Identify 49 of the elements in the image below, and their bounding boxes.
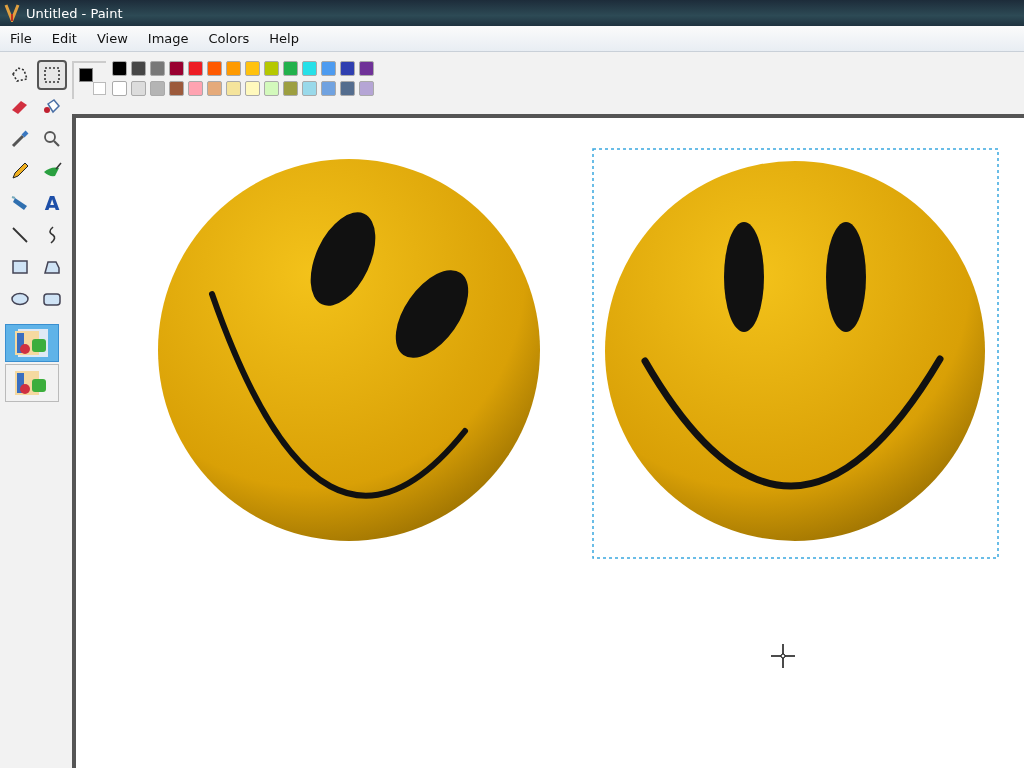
color-swatch[interactable] xyxy=(359,61,374,76)
menu-item[interactable]: View xyxy=(86,31,138,46)
selection-icon xyxy=(41,64,63,86)
color-swatch[interactable] xyxy=(188,81,203,96)
window-title: Untitled - Paint xyxy=(26,5,123,21)
color-swatch[interactable] xyxy=(321,61,336,76)
color-swatch[interactable] xyxy=(169,81,184,96)
menu-item[interactable]: Help xyxy=(259,31,309,46)
color-swatch[interactable] xyxy=(188,61,203,76)
color-swatch[interactable] xyxy=(283,61,298,76)
current-colors[interactable] xyxy=(72,61,106,99)
transparency-option[interactable] xyxy=(5,364,59,402)
color-swatch[interactable] xyxy=(245,81,260,96)
color-swatch[interactable] xyxy=(112,61,127,76)
foreground-color-swatch[interactable] xyxy=(79,68,93,82)
color-swatch[interactable] xyxy=(226,61,241,76)
drawing-canvas[interactable] xyxy=(72,114,1024,768)
menu-item[interactable]: Colors xyxy=(198,31,260,46)
color-swatch[interactable] xyxy=(340,61,355,76)
color-swatch[interactable] xyxy=(150,81,165,96)
color-swatch[interactable] xyxy=(131,81,146,96)
color-swatch[interactable] xyxy=(302,61,317,76)
pencil-icon xyxy=(9,160,31,182)
color-swatch[interactable] xyxy=(321,81,336,96)
color-swatch[interactable] xyxy=(150,61,165,76)
color-swatch[interactable] xyxy=(264,61,279,76)
paint-app-icon xyxy=(4,4,20,22)
menu-item[interactable]: Image xyxy=(137,31,199,46)
menu-item[interactable]: Edit xyxy=(41,31,87,46)
curve-icon xyxy=(46,226,58,244)
color-swatch[interactable] xyxy=(302,81,317,96)
color-swatch[interactable] xyxy=(340,81,355,96)
color-swatch[interactable] xyxy=(264,81,279,96)
color-swatch[interactable] xyxy=(226,81,241,96)
color-swatch[interactable] xyxy=(245,61,260,76)
color-swatch[interactable] xyxy=(359,81,374,96)
color-swatch[interactable] xyxy=(169,61,184,76)
eyedropper-icon xyxy=(9,128,31,150)
color-swatch[interactable] xyxy=(207,81,222,96)
crosshair-cursor xyxy=(770,643,796,669)
color-swatch[interactable] xyxy=(131,61,146,76)
background-color-swatch[interactable] xyxy=(93,82,106,95)
tool-button[interactable] xyxy=(37,60,67,90)
color-swatch[interactable] xyxy=(207,61,222,76)
color-swatch[interactable] xyxy=(112,81,127,96)
tool-button[interactable]: A xyxy=(37,188,67,218)
menu-item[interactable]: File xyxy=(0,31,42,46)
color-swatch[interactable] xyxy=(283,81,298,96)
transparency-option[interactable] xyxy=(5,324,59,362)
